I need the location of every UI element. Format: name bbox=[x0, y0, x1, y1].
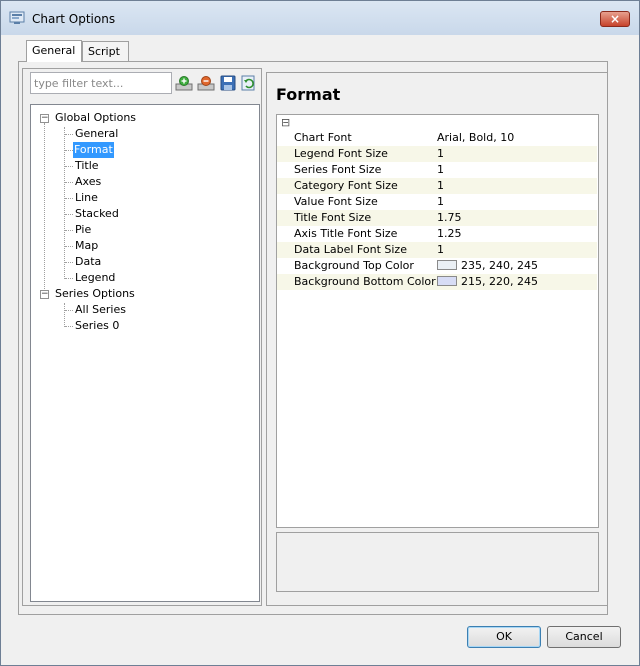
chart-app-icon bbox=[9, 11, 25, 24]
color-swatch[interactable] bbox=[437, 276, 457, 286]
tree-item-data[interactable]: Data bbox=[75, 254, 101, 270]
add-icon[interactable] bbox=[175, 75, 193, 91]
save-icon[interactable] bbox=[219, 75, 237, 91]
property-name: Title Font Size bbox=[294, 211, 372, 224]
property-value-cell: 215, 220, 245 bbox=[437, 274, 538, 289]
window-title: Chart Options bbox=[32, 12, 116, 26]
remove-icon[interactable] bbox=[197, 75, 215, 91]
tree-item-stacked[interactable]: Stacked bbox=[75, 206, 119, 222]
property-name: Data Label Font Size bbox=[294, 243, 407, 256]
property-value: 1 bbox=[437, 179, 444, 192]
tree-item-line[interactable]: Line bbox=[75, 190, 98, 206]
property-name: Background Bottom Color bbox=[294, 275, 436, 288]
close-button[interactable]: × bbox=[600, 11, 630, 27]
tree-node-series-options[interactable]: Series Options bbox=[55, 286, 135, 302]
property-row[interactable]: Series Font Size 1 bbox=[277, 162, 597, 178]
refresh-icon[interactable] bbox=[240, 75, 258, 91]
property-value: 1.25 bbox=[437, 227, 462, 240]
tree-item-series-0[interactable]: Series 0 bbox=[75, 318, 119, 334]
property-row[interactable]: Value Font Size 1 bbox=[277, 194, 597, 210]
property-value: 215, 220, 245 bbox=[461, 275, 538, 288]
tree-item-format[interactable]: Format bbox=[73, 142, 114, 158]
tree-item-general[interactable]: General bbox=[75, 126, 118, 142]
property-value: 1 bbox=[437, 195, 444, 208]
property-row[interactable]: Axis Title Font Size 1.25 bbox=[277, 226, 597, 242]
property-row[interactable]: Legend Font Size 1 bbox=[277, 146, 597, 162]
collapse-category-icon[interactable]: ⊟ bbox=[281, 116, 290, 129]
property-value: 1 bbox=[437, 163, 444, 176]
title-bar: Chart Options × bbox=[1, 1, 639, 35]
property-value: 1 bbox=[437, 147, 444, 160]
property-name: Category Font Size bbox=[294, 179, 398, 192]
property-name: Axis Title Font Size bbox=[294, 227, 398, 240]
property-name: Series Font Size bbox=[294, 163, 382, 176]
property-row[interactable]: Category Font Size 1 bbox=[277, 178, 597, 194]
property-value: 1 bbox=[437, 243, 444, 256]
property-name: Value Font Size bbox=[294, 195, 378, 208]
property-value-cell: 235, 240, 245 bbox=[437, 258, 538, 273]
property-row[interactable]: Title Font Size 1.75 bbox=[277, 210, 597, 226]
cancel-button[interactable]: Cancel bbox=[547, 626, 621, 648]
ok-button[interactable]: OK bbox=[467, 626, 541, 648]
tree-item-title[interactable]: Title bbox=[75, 158, 99, 174]
tab-general[interactable]: General bbox=[26, 40, 82, 62]
property-name: Legend Font Size bbox=[294, 147, 388, 160]
property-row[interactable]: Background Top Color 235, 240, 245 bbox=[277, 258, 597, 274]
property-name: Background Top Color bbox=[294, 259, 414, 272]
property-value: Arial, Bold, 10 bbox=[437, 131, 515, 144]
options-tree: − Global Options General Format Title Ax… bbox=[30, 104, 260, 602]
property-row[interactable]: Background Bottom Color 215, 220, 245 bbox=[277, 274, 597, 290]
tree-item-map[interactable]: Map bbox=[75, 238, 98, 254]
tab-script[interactable]: Script bbox=[82, 41, 129, 61]
tree-node-global-options[interactable]: Global Options bbox=[55, 110, 136, 126]
tree-item-all-series[interactable]: All Series bbox=[75, 302, 126, 318]
property-name: Chart Font bbox=[294, 131, 352, 144]
property-row[interactable]: Data Label Font Size 1 bbox=[277, 242, 597, 258]
property-grid: ⊟ Chart Font Arial, Bold, 10 Legend Font… bbox=[276, 114, 599, 528]
property-value: 1.75 bbox=[437, 211, 462, 224]
section-title: Format bbox=[276, 85, 341, 104]
property-row[interactable]: Chart Font Arial, Bold, 10 bbox=[277, 130, 597, 146]
tree-item-legend[interactable]: Legend bbox=[75, 270, 115, 286]
collapse-global-options-icon[interactable]: − bbox=[40, 114, 49, 123]
color-swatch[interactable] bbox=[437, 260, 457, 270]
property-value: 235, 240, 245 bbox=[461, 259, 538, 272]
tree-item-pie[interactable]: Pie bbox=[75, 222, 91, 238]
filter-input[interactable] bbox=[30, 72, 172, 94]
collapse-series-options-icon[interactable]: − bbox=[40, 290, 49, 299]
tree-item-axes[interactable]: Axes bbox=[75, 174, 101, 190]
property-description-area bbox=[276, 532, 599, 592]
